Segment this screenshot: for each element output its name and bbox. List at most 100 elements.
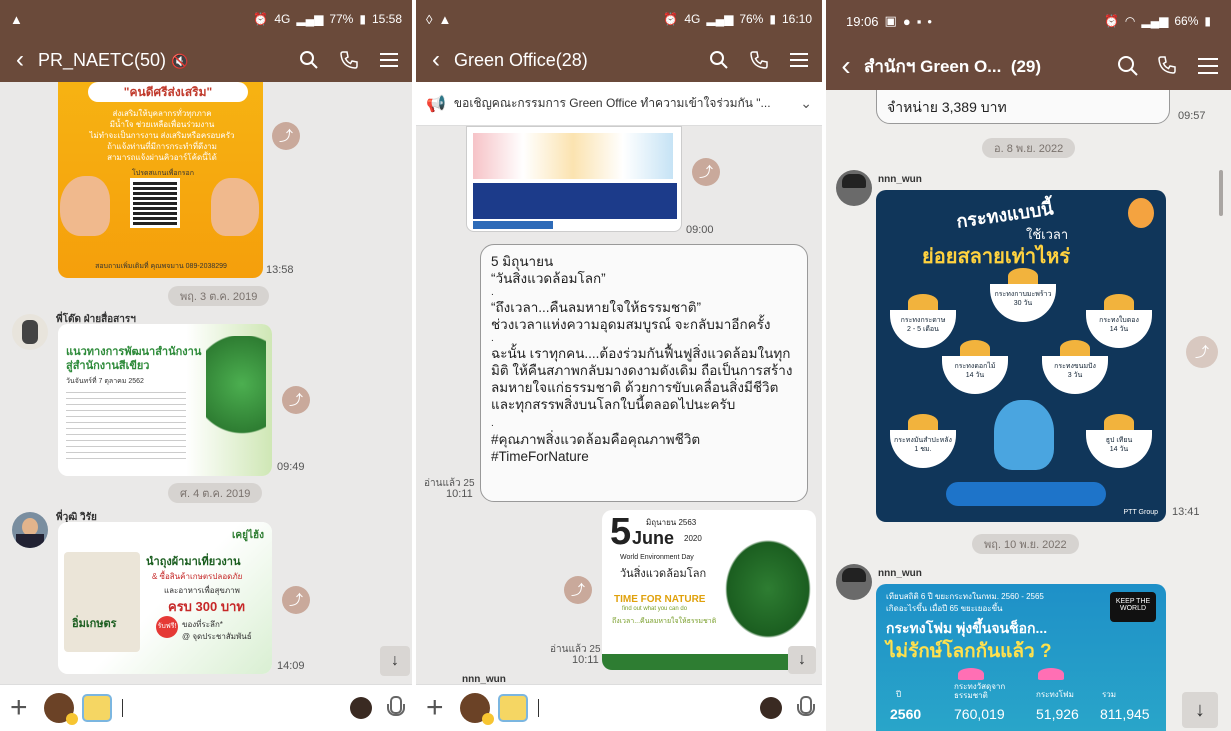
- share-icon: ⤴: [279, 128, 293, 144]
- scrollbar[interactable]: [1219, 170, 1223, 216]
- scroll-to-bottom-button[interactable]: ↓: [380, 646, 410, 676]
- alert-icon: ▲: [438, 11, 452, 27]
- chat-title-text: PR_NAETC(50): [38, 49, 167, 70]
- share-icon: ⤴: [1195, 344, 1209, 360]
- message-list[interactable]: "คนดีศรีส่งเสริม" ส่งเสริมให้บุคลากรทั่ว…: [0, 82, 412, 684]
- image-message-foam-stats[interactable]: เทียบสถิติ 6 ปี ขยะกระทงในกทม. 2560 - 25…: [876, 584, 1166, 731]
- krathong-name: กระทงใบตอง: [1099, 317, 1139, 324]
- announcement-banner[interactable]: 📢 ขอเชิญคณะกรรมการ Green Office ทำความเข…: [416, 82, 822, 126]
- text-caret: [122, 699, 123, 717]
- share-button[interactable]: ⤴: [282, 386, 310, 414]
- krathong-flower-icon: [908, 294, 938, 310]
- bag-label: อิ่มเกษตร: [72, 618, 117, 630]
- text-caret: [538, 699, 539, 717]
- image-message-bag-poster[interactable]: เคยู่ไฮ้ง อิ่มเกษตร นำถุงผ้ามาเที่ยวงาน …: [58, 522, 272, 674]
- call-button[interactable]: [744, 45, 774, 75]
- text-message-bubble[interactable]: 5 มิถุนายน “วันสิ่งแวดล้อมโลก” . “ถึงเวล…: [480, 244, 808, 502]
- avatar[interactable]: [12, 512, 48, 548]
- poster-line: ถ้าแจ้งท่านที่มีการกระทำที่ดีงาม: [107, 142, 217, 151]
- back-button[interactable]: ‹: [424, 46, 448, 74]
- scroll-to-bottom-button[interactable]: ↓: [1182, 692, 1218, 728]
- share-icon: ⤴: [699, 164, 713, 180]
- image-message-environment-day-poster[interactable]: 5 June 2020 มิถุนายน 2563 World Environm…: [602, 510, 816, 670]
- poster-line: ครบ 300 บาท: [168, 599, 245, 614]
- message-input[interactable]: [122, 693, 340, 723]
- krathong-item: กระทงขนมปัง 3 วัน: [1042, 340, 1108, 394]
- krathong-item: ธูป เทียน 14 วัน: [1086, 414, 1152, 468]
- krathong-item: กระทงใบตอง 14 วัน: [1086, 294, 1152, 348]
- search-button[interactable]: [704, 45, 734, 75]
- krathong-name: กระทงกาบมะพร้าว: [994, 291, 1052, 298]
- krathong-flower-icon: [960, 340, 990, 356]
- plus-icon[interactable]: +: [426, 693, 454, 723]
- clock: 16:10: [781, 12, 812, 26]
- message-input-bar: +: [0, 684, 412, 731]
- avatar[interactable]: [836, 564, 872, 600]
- share-button[interactable]: ⤴: [564, 576, 592, 604]
- message-list[interactable]: ⤴ 09:00 5 มิถุนายน “วันสิ่งแวดล้อมโลก” .…: [416, 126, 822, 684]
- message-line: .: [491, 333, 494, 344]
- call-button[interactable]: [334, 45, 364, 75]
- menu-button[interactable]: [374, 45, 404, 75]
- microphone-icon[interactable]: [386, 696, 405, 720]
- poster-line: @ จุดประชาสัมพันธ์: [182, 632, 252, 641]
- poster-tfn-sub: find out what you can do: [622, 606, 688, 612]
- call-button[interactable]: [1153, 51, 1183, 81]
- scroll-to-bottom-button[interactable]: ↓: [788, 646, 816, 674]
- message-line: #คุณภาพสิ่งแวดล้อมคือคุณภาพชีวิต: [491, 432, 701, 447]
- message-input[interactable]: [538, 693, 750, 723]
- chat-panel-green-office-2: 19:06 ▣ ● ▪ • ⏰ ◠ ▂▄▆ 66% ▮ ‹ สำนักฯ Green O…: [826, 0, 1231, 731]
- image-message-qr-poster[interactable]: "คนดีศรีส่งเสริม" ส่งเสริมให้บุคลากรทั่ว…: [58, 82, 263, 278]
- poster-line: ไม่ทำจะเป็นการงาน ส่งเสริมหรือครอบครัว: [89, 131, 235, 140]
- text-message-bubble[interactable]: จำหน่าย 3,389 บาท: [876, 90, 1170, 124]
- emoji-icon[interactable]: [350, 697, 372, 719]
- search-button[interactable]: [1113, 51, 1143, 81]
- share-button[interactable]: ⤴: [272, 122, 300, 150]
- image-picker-icon[interactable]: [498, 694, 528, 722]
- message-list[interactable]: จำหน่าย 3,389 บาท 09:57 อ. 8 พ.ย. 2022 n…: [826, 90, 1231, 731]
- emoji-icon[interactable]: [760, 697, 782, 719]
- krathong-time: 30 วัน: [1013, 300, 1033, 307]
- share-button[interactable]: ⤴: [1186, 336, 1218, 368]
- message-line: #TimeForNature: [491, 449, 589, 464]
- infographic-title: ย่อยสลายเท่าไหร่: [922, 246, 1071, 268]
- microphone-icon[interactable]: [796, 696, 815, 720]
- message-line: และทุกสรรพสิ่งบนโลกใบนี้ตลอดไปนะครับ: [491, 397, 736, 412]
- back-button[interactable]: ‹: [8, 46, 32, 74]
- sticker-bear-icon[interactable]: [44, 693, 78, 725]
- sticker-bear-icon[interactable]: [460, 693, 494, 725]
- arrow-down-icon: ↓: [391, 652, 399, 669]
- share-icon: ⤴: [571, 582, 585, 598]
- poster-heading: สู่สำนักงานสีเขียว: [66, 360, 150, 372]
- battery-icon: ▮: [359, 12, 366, 26]
- message-line: มิติ ให้คืนสภาพกลับมางดงามดังเดิม ถือเป็…: [491, 363, 793, 378]
- menu-button[interactable]: [784, 45, 814, 75]
- image-picker-icon[interactable]: [82, 694, 112, 722]
- image-message-green-office-poster[interactable]: แนวทางการพัฒนาสำนักงาน สู่สำนักงานสีเขีย…: [58, 324, 272, 476]
- announcement-text: ขอเชิญคณะกรรมการ Green Office ทำความเข้า…: [453, 96, 771, 110]
- chevron-down-icon[interactable]: ⌄: [800, 95, 812, 112]
- network-type: 4G: [684, 12, 701, 26]
- message-line: “วันสิ่งแวดล้อมโลก”: [491, 271, 606, 286]
- krathong-item: กระทงมันสำปะหลัง 1 ชม.: [890, 414, 956, 468]
- poster-th2: ถึงเวลา...คืนลมหายใจให้ธรรมชาติ: [612, 618, 717, 625]
- message-time: 10:11: [572, 654, 599, 666]
- image-message-infographic[interactable]: [466, 126, 682, 232]
- menu-button[interactable]: [1193, 51, 1223, 81]
- chat-panel-pr-naetc: ▲ ⏰ 4G ▂▄▆ 77% ▮ 15:58 ‹ PR_NAETC(50) 🔇 …: [0, 0, 412, 731]
- poster-line: & ซื้อสินค้าเกษตรปลอดภัย: [152, 572, 243, 581]
- back-button[interactable]: ‹: [834, 50, 858, 82]
- message-time: 10:11: [446, 488, 473, 500]
- plus-icon[interactable]: +: [10, 693, 38, 723]
- krathong-name: ธูป เทียน: [1105, 437, 1133, 444]
- search-button[interactable]: [294, 45, 324, 75]
- message-time: 09:00: [686, 224, 714, 236]
- avatar[interactable]: [836, 170, 872, 206]
- share-button[interactable]: ⤴: [282, 586, 310, 614]
- stats-title: ไม่รักษ์โลกกันแล้ว ?: [886, 641, 1052, 662]
- poster-subtitle: วันจันทร์ที่ 7 ตุลาคม 2562: [66, 378, 144, 385]
- share-button[interactable]: ⤴: [692, 158, 720, 186]
- image-message-krathong-infographic[interactable]: กระทงแบบนี้ ใช้เวลา ย่อยสลายเท่าไหร่ กระ…: [876, 190, 1166, 522]
- message-line: .: [491, 287, 494, 298]
- avatar[interactable]: [12, 314, 48, 350]
